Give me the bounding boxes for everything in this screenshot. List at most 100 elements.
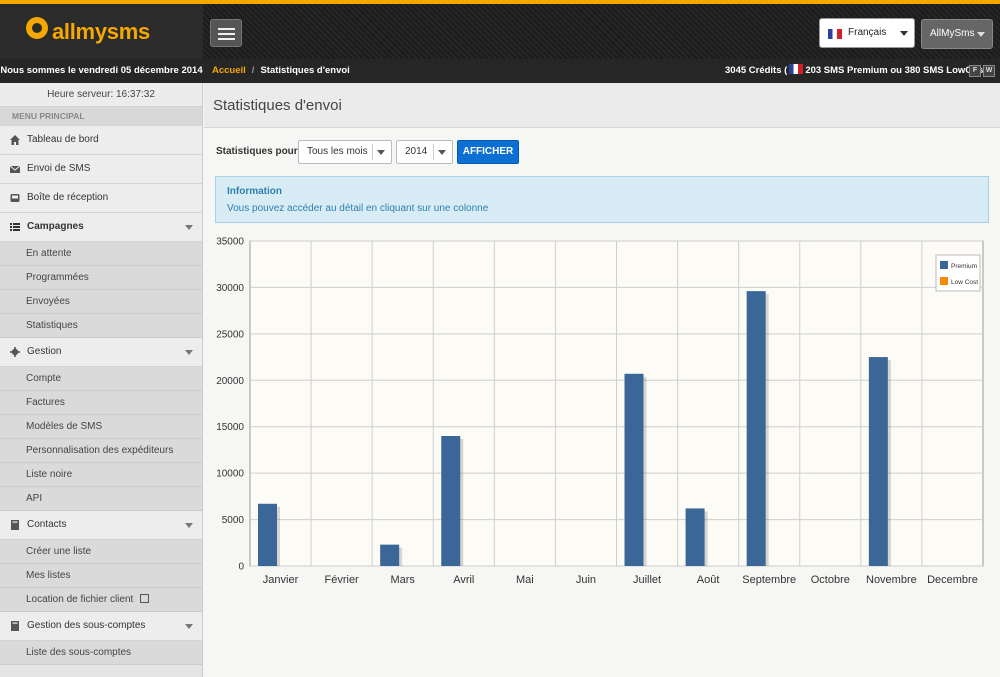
info-title: Information — [227, 186, 282, 197]
language-select[interactable]: Français — [819, 18, 915, 48]
sidebar-item-label: Gestion des sous-comptes — [27, 620, 146, 631]
x-tick-label: Octobre — [811, 574, 850, 586]
credits-count: 3045 Crédits ( — [725, 65, 788, 76]
x-tick-label: Février — [325, 574, 360, 586]
chevron-down-icon — [900, 31, 908, 36]
list-icon — [10, 223, 20, 231]
chevron-down-icon — [185, 624, 193, 629]
sidebar-subitem-invoices[interactable]: Factures — [0, 391, 202, 415]
font-f-button[interactable]: F — [969, 65, 981, 77]
x-tick-label: Mars — [390, 574, 415, 586]
sidebar-subitem-sms-templates[interactable]: Modèles de SMS — [0, 415, 202, 439]
sidebar-item-contacts[interactable]: Contacts — [0, 511, 202, 540]
logo[interactable]: allmysms — [0, 4, 203, 59]
x-tick-label: Novembre — [866, 574, 917, 586]
sidebar-subitem-blacklist[interactable]: Liste noire — [0, 463, 202, 487]
sidebar-item-inbox[interactable]: Boîte de réception — [0, 184, 202, 213]
x-tick-label: Avril — [453, 574, 474, 586]
user-label: AllMySms — [930, 28, 975, 39]
sidebar-item-management[interactable]: Gestion — [0, 338, 202, 367]
page-title: Statistiques d'envoi — [213, 97, 342, 114]
french-flag-icon — [828, 29, 842, 39]
legend-swatch-lowcost — [940, 277, 948, 285]
sidebar-subitem-sender-customization[interactable]: Personnalisation des expéditeurs — [0, 439, 202, 463]
filter-label: Statistiques pour : — [216, 146, 304, 157]
hamburger-line — [218, 28, 235, 30]
credits-detail: 203 SMS Premium ou 380 SMS LowCost ) — [805, 65, 993, 76]
sidebar-subitem-sent[interactable]: Envoyées — [0, 290, 202, 314]
select-divider — [433, 144, 434, 160]
sidebar-subitem-create-list[interactable]: Créer une liste — [0, 540, 202, 564]
x-tick-label: Septembre — [742, 574, 796, 586]
bar-premium[interactable] — [746, 291, 766, 566]
legend-label-premium: Premium — [951, 263, 977, 270]
bar-premium[interactable] — [624, 373, 644, 566]
page-header: Statistiques d'envoi — [204, 83, 1000, 128]
breadcrumb-current: Statistiques d'envoi — [260, 65, 350, 76]
server-time: Heure serveur: 16:37:32 — [0, 83, 202, 107]
sidebar-subitem-account[interactable]: Compte — [0, 367, 202, 391]
x-tick-label: Janvier — [263, 574, 299, 586]
main-content: Statistiques d'envoi Statistiques pour :… — [204, 83, 1000, 677]
sidebar-subitem-pending[interactable]: En attente — [0, 242, 202, 266]
gear-icon — [10, 347, 20, 357]
envelope-icon — [10, 165, 20, 173]
language-value: Français — [848, 27, 887, 38]
x-tick-label: Mai — [516, 574, 534, 586]
hamburger-line — [218, 33, 235, 35]
bar-premium[interactable] — [685, 508, 705, 566]
logo-icon — [26, 17, 48, 39]
sidebar-subitem-subaccount-list[interactable]: Liste des sous-comptes — [0, 641, 202, 665]
y-tick-label: 25000 — [216, 329, 244, 340]
chevron-down-icon — [185, 225, 193, 230]
select-divider — [372, 144, 373, 160]
sidebar-item-dashboard[interactable]: Tableau de bord — [0, 126, 202, 155]
breadcrumb-home-link[interactable]: Accueil — [212, 65, 246, 76]
bar-premium[interactable] — [441, 436, 461, 566]
sidebar-item-send-sms[interactable]: Envoi de SMS — [0, 155, 202, 184]
sidebar-item-subaccounts[interactable]: Gestion des sous-comptes — [0, 612, 202, 641]
year-select[interactable]: 2014 — [396, 140, 453, 164]
bar-premium[interactable] — [258, 503, 277, 566]
french-flag-icon — [789, 64, 804, 74]
sidebar-subitem-api[interactable]: API — [0, 487, 202, 511]
bar-premium[interactable] — [868, 357, 888, 566]
chevron-down-icon — [977, 32, 985, 37]
sidebar-item-campaigns[interactable]: Campagnes — [0, 213, 202, 242]
show-button[interactable]: AFFICHER — [457, 140, 519, 164]
credits-info: 3045 Crédits ( 203 SMS Premium ou 380 SMS… — [725, 59, 992, 83]
info-box: Information Vous pouvez accéder au détai… — [215, 176, 989, 223]
top-header: allmysms Français AllMySms — [0, 0, 1000, 59]
y-tick-label: 10000 — [216, 469, 244, 480]
period-select[interactable]: Tous les mois — [298, 140, 392, 164]
sidebar-subitem-file-rental[interactable]: Location de fichier client — [0, 588, 202, 612]
menu-title: MENU PRINCIPAL — [0, 107, 202, 126]
user-menu-button[interactable]: AllMySms — [921, 19, 993, 49]
external-link-icon — [140, 594, 150, 603]
font-w-button[interactable]: W — [983, 65, 995, 77]
sidebar-subitem-statistics[interactable]: Statistiques — [0, 314, 202, 338]
current-date: Nous sommes le vendredi 05 décembre 2014 — [0, 65, 203, 76]
sidebar-item-label: Boîte de réception — [27, 192, 109, 203]
bar-premium[interactable] — [380, 544, 400, 566]
sidebar-subitem-label: Location de fichier client — [26, 594, 134, 605]
sidebar-subitem-my-lists[interactable]: Mes listes — [0, 564, 202, 588]
breadcrumb-separator: / — [251, 65, 255, 76]
chevron-down-icon — [377, 150, 385, 155]
x-tick-label: Juillet — [633, 574, 661, 586]
sms-statistics-chart: 0 5000 10000 15000 20000 25000 30000 35000 Janvi… — [216, 237, 984, 586]
legend-swatch-premium — [940, 261, 948, 269]
x-tick-label: Decembre — [927, 574, 978, 586]
book-icon — [11, 520, 19, 530]
sidebar-subitem-scheduled[interactable]: Programmées — [0, 266, 202, 290]
hamburger-menu-button[interactable] — [210, 19, 242, 47]
chevron-down-icon — [185, 350, 193, 355]
y-tick-label: 5000 — [222, 515, 245, 526]
x-tick-label: Août — [697, 574, 720, 586]
y-tick-label: 30000 — [216, 283, 244, 294]
legend-label-lowcost: Low Cost — [951, 279, 978, 286]
logo-text: allmysms — [52, 19, 150, 44]
chevron-down-icon — [185, 523, 193, 528]
info-text: Vous pouvez accéder au détail en cliquan… — [227, 203, 489, 214]
sidebar: Heure serveur: 16:37:32 MENU PRINCIPAL T… — [0, 83, 203, 677]
